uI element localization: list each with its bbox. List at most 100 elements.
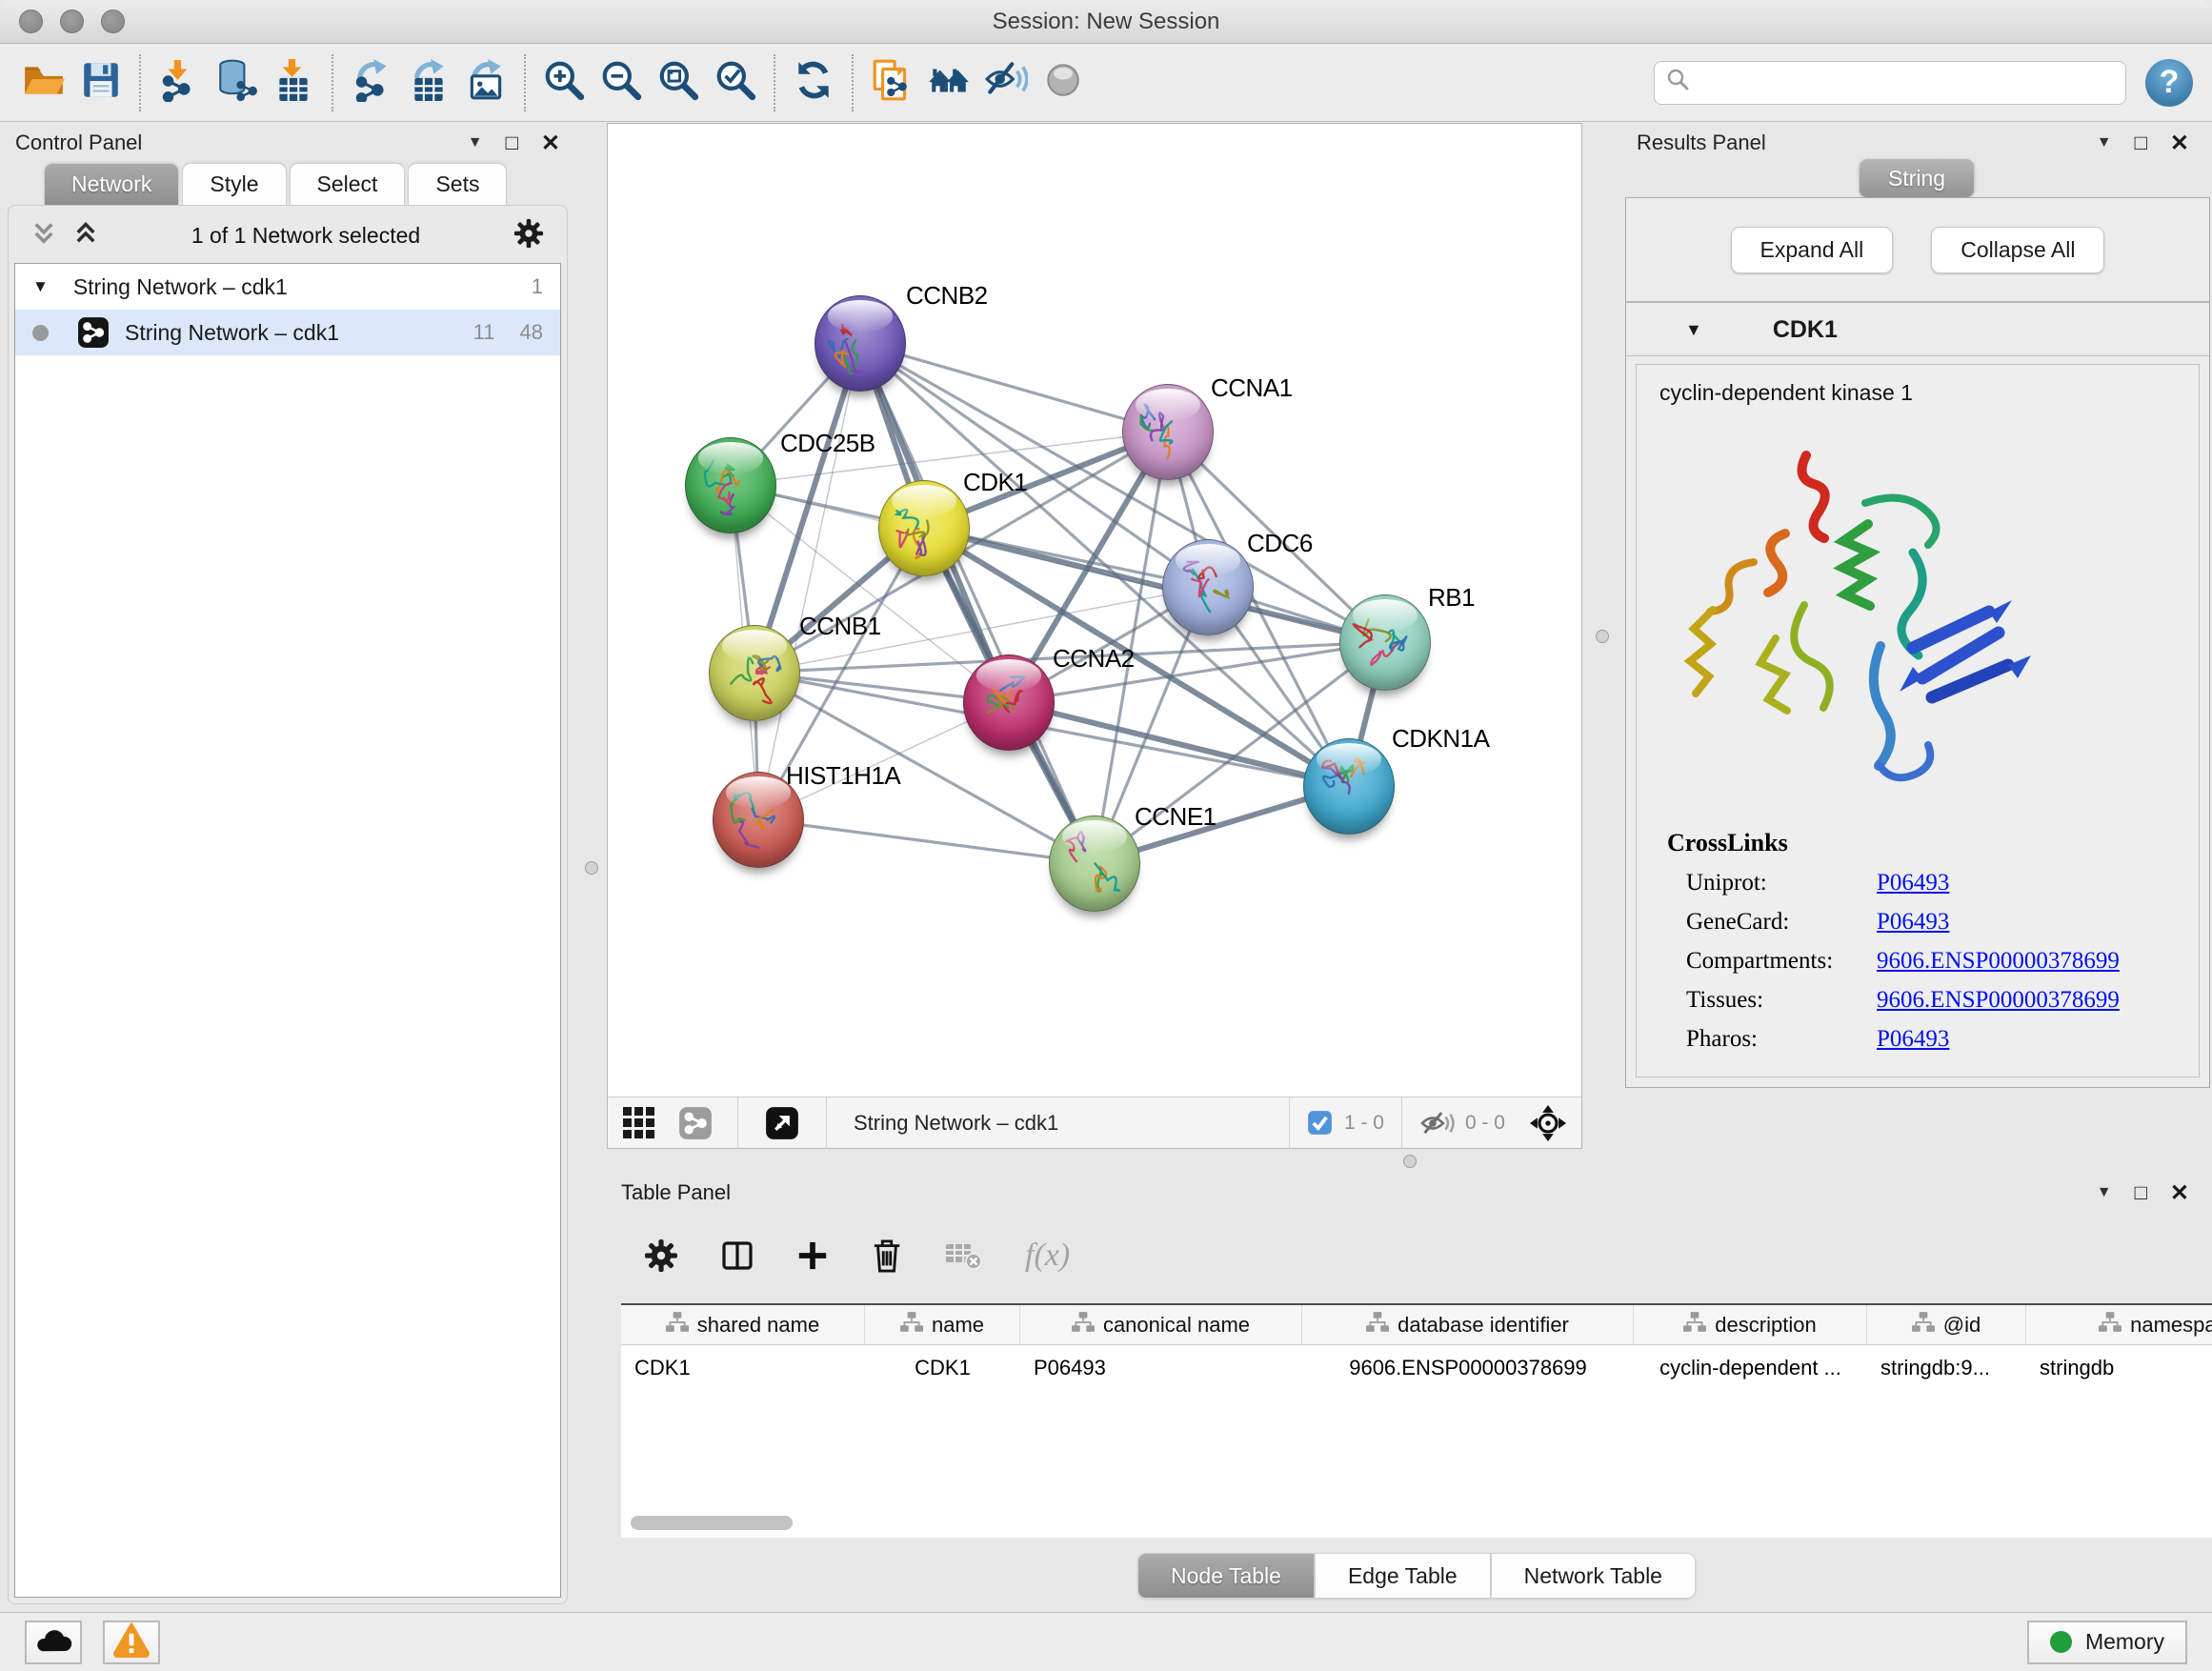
collapse-all-button[interactable]: Collapse All [1931,227,2104,273]
right-splitter[interactable] [1582,123,1621,1149]
zoom-fit-button[interactable] [650,50,707,115]
collapse-panel-icon[interactable]: ▼ [468,134,483,151]
column-header-namespace[interactable]: namespace [2026,1305,2212,1344]
show-all-button[interactable] [1035,50,1092,115]
network-collection-row[interactable]: ▼ String Network – cdk1 1 [15,264,560,310]
network-node-CCNA2[interactable] [963,654,1055,751]
network-node-RB1[interactable] [1339,594,1431,691]
tab-select[interactable]: Select [290,163,406,205]
gear-icon[interactable] [644,1238,678,1273]
protein-header-row[interactable]: ▼ CDK1 [1626,305,2209,356]
splitter-handle[interactable] [585,861,598,875]
tab-node-table[interactable]: Node Table [1137,1553,1315,1599]
update-button[interactable] [785,50,842,115]
column-header-description[interactable]: description [1634,1305,1867,1344]
import-network-button[interactable] [151,50,208,115]
close-panel-icon[interactable]: ✕ [2170,1179,2189,1207]
network-node-CDK1[interactable] [878,480,970,576]
crosslink-pharos-link[interactable]: P06493 [1877,1026,1949,1053]
column-header-shared-name[interactable]: shared name [621,1305,865,1344]
hidden-eye-slash-icon[interactable] [1419,1108,1456,1138]
import-table-button[interactable] [265,50,322,115]
tab-string[interactable]: String [1860,159,1974,197]
collection-caret-icon[interactable]: ▼ [32,277,49,296]
column-header-name[interactable]: name [865,1305,1020,1344]
crosslink-tissues-link[interactable]: 9606.ENSP00000378699 [1877,987,2120,1014]
zoom-fit-icon [656,58,700,107]
cloud-button[interactable] [25,1621,82,1664]
crosslink-compartments-link[interactable]: 9606.ENSP00000378699 [1877,948,2120,975]
warnings-button[interactable] [103,1621,160,1664]
string-results-box: Expand All Collapse All ▼ CDK1 cyclin-de… [1625,197,2210,1088]
hide-selected-button[interactable] [977,50,1035,115]
crosslink-genecard-link[interactable]: P06493 [1877,909,1949,936]
columns-icon[interactable] [720,1238,754,1273]
close-panel-icon[interactable]: ✕ [541,130,560,157]
plus-icon[interactable] [796,1239,829,1272]
open-session-button[interactable] [15,50,72,115]
network-options-gear-icon[interactable] [513,218,544,253]
expand-all-button[interactable]: Expand All [1731,227,1894,273]
memory-button[interactable]: Memory [2027,1621,2187,1664]
column-header-canonical-name[interactable]: canonical name [1020,1305,1302,1344]
expand-all-icon[interactable] [73,222,98,250]
float-panel-icon[interactable]: □ [506,131,518,155]
horizontal-scrollbar[interactable] [631,1516,793,1530]
table-row[interactable]: CDK1CDK1P064939606.ENSP00000378699cyclin… [621,1345,2212,1391]
crosslink-uniprot-link[interactable]: P06493 [1877,870,1949,896]
export-image-button[interactable] [457,50,514,115]
column-header--id[interactable]: @id [1867,1305,2026,1344]
crosslinks-title: CrossLinks [1667,829,2199,857]
network-node-CDKN1A[interactable] [1303,738,1395,835]
network-node-CCNB1[interactable] [709,625,800,721]
left-splitter[interactable] [575,123,607,1612]
zoom-out-button[interactable] [593,50,650,115]
tab-sets[interactable]: Sets [408,163,507,205]
grid-view-icon[interactable] [623,1107,655,1139]
maximize-window-button[interactable] [101,10,125,33]
network-canvas[interactable]: CCNB2CCNA1CDC25BCDK1CDC6RB1CCNB1CCNA2CDK… [608,124,1581,1097]
tab-style[interactable]: Style [182,163,286,205]
network-node-CCNE1[interactable] [1049,815,1140,912]
network-node-CCNA1[interactable] [1122,384,1214,480]
collapse-all-icon[interactable] [31,222,56,250]
help-button[interactable]: ? [2145,59,2193,107]
network-share-icon[interactable] [678,1106,713,1140]
splitter-handle[interactable] [1596,630,1609,643]
zoom-in-button[interactable] [535,50,593,115]
clone-network-button[interactable] [863,50,920,115]
zoom-selected-button[interactable] [707,50,764,115]
collapse-caret-icon[interactable]: ▼ [1685,320,1702,340]
search-input[interactable] [1699,70,2114,95]
tab-network-table[interactable]: Network Table [1491,1553,1696,1599]
tab-edge-table[interactable]: Edge Table [1315,1553,1491,1599]
export-network-button[interactable] [343,50,400,115]
import-network-database-button[interactable] [208,50,265,115]
close-panel-icon[interactable]: ✕ [2170,130,2189,157]
collapse-panel-icon[interactable]: ▼ [2097,1184,2112,1201]
tab-network[interactable]: Network [44,163,179,205]
results-panel-title: Results Panel [1637,131,1766,155]
minimize-window-button[interactable] [60,10,84,33]
splitter-handle[interactable] [1403,1155,1417,1168]
fit-selected-crosshair-icon[interactable] [1530,1105,1566,1141]
table-header-row: shared namenamecanonical namedatabase id… [621,1305,2212,1345]
column-header-database-identifier[interactable]: database identifier [1302,1305,1634,1344]
save-icon [79,58,123,107]
export-table-button[interactable] [400,50,457,115]
close-window-button[interactable] [19,10,43,33]
float-panel-icon[interactable]: □ [2135,1180,2147,1205]
network-node-CDC6[interactable] [1162,539,1254,635]
network-node-CCNB2[interactable] [814,295,906,392]
collapse-panel-icon[interactable]: ▼ [2097,134,2112,151]
selected-checkbox-icon[interactable] [1307,1110,1333,1136]
birds-eye-view-icon[interactable] [765,1106,799,1140]
horizontal-splitter[interactable] [607,1149,2212,1174]
float-panel-icon[interactable]: □ [2135,131,2147,155]
network-node-CDC25B[interactable] [685,437,776,534]
network-row[interactable]: String Network – cdk1 11 48 [15,310,560,355]
save-session-button[interactable] [72,50,130,115]
trash-icon[interactable] [871,1238,903,1274]
neighbors-button[interactable] [920,50,977,115]
sitemap-icon [1683,1312,1706,1339]
